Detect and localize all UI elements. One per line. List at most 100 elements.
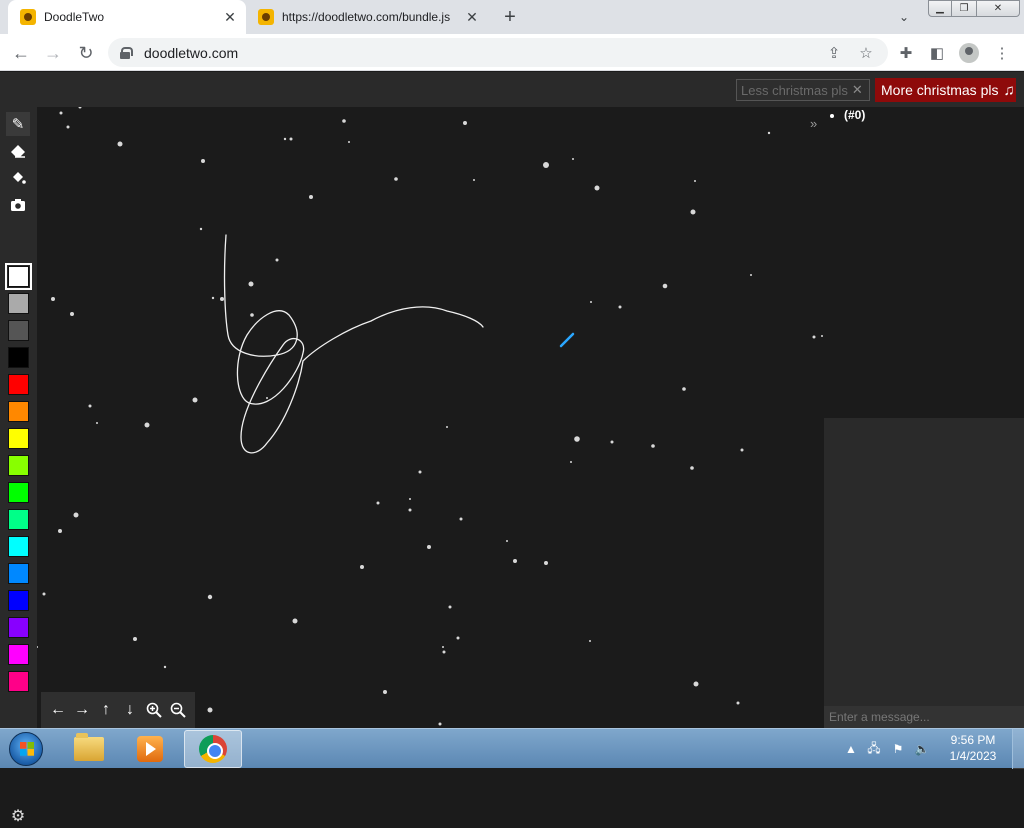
snowflake [275,258,279,262]
snowflake [37,646,38,648]
chat-message-input[interactable] [824,706,1024,728]
snowflake [821,335,823,337]
collapse-panel-icon[interactable]: » [810,116,817,131]
snowflake [690,466,694,470]
chrome-task[interactable] [184,730,242,768]
pencil-icon[interactable]: ✎ [6,112,30,136]
snowflake [572,158,574,160]
network-icon[interactable]: 🖧 [864,739,884,759]
more-christmas-label: More christmas pls [881,82,999,98]
snowflake [70,312,74,316]
snowflake [88,404,92,408]
folder-icon [74,733,104,761]
snowflakes [37,107,823,726]
color-swatch[interactable] [8,347,29,368]
action-center-flag-icon[interactable]: ⚑ [888,739,908,759]
tab-search-chevron-icon[interactable]: ⌄ [894,7,914,27]
color-swatch[interactable] [8,455,29,476]
snowflake [736,701,740,705]
arrow-up-icon[interactable]: ↑ [95,698,117,722]
snowflake [199,227,203,231]
reload-icon[interactable]: ↻ [73,40,99,66]
color-swatch[interactable] [8,563,29,584]
snowflake [590,301,592,303]
address-bar[interactable]: doodletwo.com [108,38,888,67]
side-panel-icon[interactable]: ◧ [924,40,950,66]
close-tab-icon[interactable]: ✕ [462,7,482,27]
media-player-task[interactable] [121,730,179,768]
snowflake [211,296,215,300]
user-list-panel: » (#0) [810,107,1024,418]
camera-icon[interactable] [6,193,30,217]
snowflake [73,512,79,518]
snowflake [418,470,422,474]
color-swatch[interactable] [8,590,29,611]
close-window-button[interactable]: ✕ [976,0,1020,17]
snowflake [383,690,387,694]
eraser-icon[interactable] [6,139,30,163]
less-christmas-label: Less christmas pls [741,82,848,98]
system-clock[interactable]: 9:56 PM 1/4/2023 [940,732,1006,764]
color-swatch[interactable] [8,482,29,503]
snowflake [283,137,287,141]
snowflake [442,650,446,654]
color-swatch[interactable] [8,320,29,341]
chrome-icon [199,735,227,763]
arrow-right-icon[interactable]: → [71,698,93,722]
more-christmas-button[interactable]: More christmas pls ♫ [875,78,1016,102]
profile-avatar[interactable] [956,40,982,66]
show-desktop-button[interactable] [1012,729,1024,769]
zoom-in-icon[interactable] [143,698,165,722]
color-swatch[interactable] [8,293,29,314]
app-top-bar: Less christmas pls ✕ More christmas pls … [0,72,1024,107]
snowflake [292,618,298,624]
color-swatch[interactable] [8,509,29,530]
close-tab-icon[interactable]: ✕ [220,7,240,27]
color-swatch[interactable] [8,617,29,638]
snowflake [144,422,150,428]
snowflake [309,195,313,199]
snowflake [59,111,63,115]
start-button[interactable] [4,730,48,768]
browser-menu-icon[interactable]: ⋮ [989,40,1015,66]
user-list: (#0) [832,108,865,122]
color-swatch[interactable] [8,536,29,557]
color-swatch[interactable] [8,428,29,449]
fill-bucket-icon[interactable] [6,166,30,190]
snowflake [506,540,508,542]
arrow-left-icon[interactable]: ← [47,698,69,722]
snowflake [409,498,411,500]
settings-gear-icon[interactable]: ⚙ [6,804,30,828]
show-hidden-icons-icon[interactable]: ▲ [844,739,858,759]
back-arrow-icon[interactable]: ← [8,40,34,66]
restore-window-button[interactable]: ❐ [951,0,977,17]
forward-arrow-icon[interactable]: → [40,40,66,66]
color-swatch[interactable] [8,671,29,692]
drawing-canvas[interactable] [37,107,824,728]
snowflake [207,707,213,713]
color-swatch[interactable] [8,644,29,665]
bookmark-star-icon[interactable]: ☆ [853,40,879,66]
volume-icon[interactable]: 🔈 [912,739,932,759]
snowflake [740,448,744,452]
share-icon[interactable]: ⇪ [821,40,847,66]
minimize-window-button[interactable]: ▁ [928,0,952,17]
clock-date: 1/4/2023 [949,749,997,763]
new-tab-button[interactable]: + [498,5,522,29]
snowflake [78,107,82,109]
extensions-puzzle-icon[interactable]: ✚ [893,40,919,66]
snowflake [201,159,205,163]
zoom-out-icon[interactable] [167,698,189,722]
less-christmas-button[interactable]: Less christmas pls ✕ [736,79,870,101]
color-swatch[interactable] [8,374,29,395]
arrow-down-icon[interactable]: ↓ [119,698,141,722]
snowflake [192,397,198,403]
tab-doodletwo[interactable]: DoodleTwo ✕ [8,0,246,34]
file-explorer-task[interactable] [60,730,118,768]
snowflake [207,594,213,600]
color-swatch[interactable] [8,401,29,422]
user-list-item: (#0) [844,108,865,122]
tab-bundle-js[interactable]: https://doodletwo.com/bundle.js ✕ [250,0,488,34]
user-doodle-stroke [223,234,484,454]
color-swatch[interactable] [5,263,32,290]
